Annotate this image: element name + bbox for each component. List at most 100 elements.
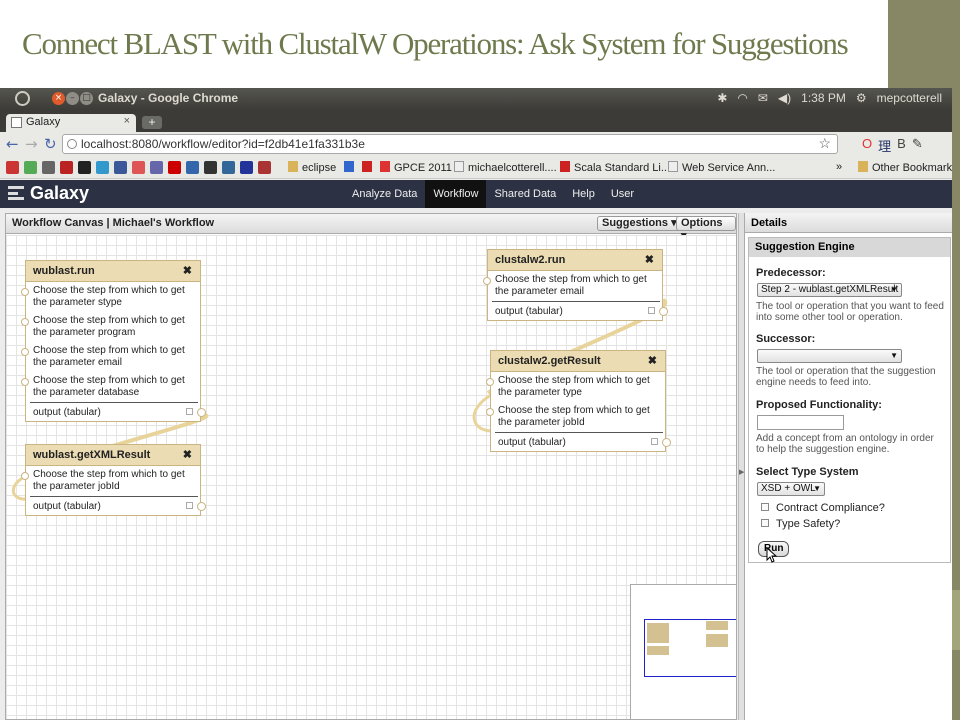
output-terminal[interactable] [662, 438, 671, 447]
bookmark-red-icon[interactable] [132, 161, 145, 174]
extension-opera-icon[interactable]: O [862, 136, 872, 155]
node-clustalw2-getresult[interactable]: clustalw2.getResult ✖ Choose the step fro… [486, 350, 671, 452]
clock[interactable]: 1:38 PM [801, 91, 846, 105]
bookmark-scala[interactable]: Scala Standard Li... [560, 161, 670, 174]
delicious-icon[interactable] [240, 161, 253, 174]
extension-b-icon[interactable]: B [897, 136, 906, 155]
twitter-icon[interactable] [96, 161, 109, 174]
bookmark-mail-icon[interactable] [168, 161, 181, 174]
bookmark-star-icon[interactable]: ☆ [818, 135, 831, 152]
input-terminal[interactable] [21, 288, 29, 296]
user-icon[interactable]: ⚙ [856, 91, 867, 105]
overview-viewport[interactable] [644, 619, 736, 677]
input-terminal[interactable] [483, 277, 491, 285]
wrench-icon[interactable]: ✎ [912, 136, 923, 155]
node-title-bar[interactable]: wublast.run ✖ [26, 261, 200, 282]
contract-compliance-option[interactable]: Contract Compliance? [761, 502, 885, 514]
options-menu-button[interactable]: Options ▾ [676, 216, 736, 242]
bookmark-purple-icon[interactable] [150, 161, 163, 174]
bookmark-stack-icon[interactable] [258, 161, 271, 174]
reddit-icon[interactable] [42, 161, 55, 174]
node-clustalw2-run[interactable]: clustalw2.run ✖ Choose the step from whic… [483, 249, 668, 321]
type-safety-option[interactable]: Type Safety? [761, 518, 840, 530]
node-input[interactable]: Choose the step from which to get the pa… [21, 312, 200, 342]
output-checkbox[interactable] [651, 438, 658, 445]
evernote-icon[interactable] [24, 161, 37, 174]
bookmark-webservice[interactable]: Web Service Ann... [668, 161, 775, 174]
other-bookmarks[interactable]: Other Bookmarks [858, 161, 952, 174]
tab-close-icon[interactable]: × [124, 115, 130, 127]
nav-help[interactable]: Help [564, 180, 603, 208]
type-system-select[interactable]: XSD + OWL ▼ [757, 482, 825, 496]
window-minimize-button[interactable]: – [66, 92, 79, 105]
node-title-bar[interactable]: wublast.getXMLResult ✖ [26, 445, 200, 466]
suggestions-menu-button[interactable]: Suggestions ▾ [597, 216, 682, 231]
input-terminal[interactable] [21, 472, 29, 480]
node-wublast-run[interactable]: wublast.run ✖ Choose the step from which … [21, 260, 206, 422]
input-terminal[interactable] [21, 348, 29, 356]
window-close-button[interactable]: × [52, 92, 65, 105]
node-input[interactable]: Choose the step from which to get the pa… [21, 282, 200, 312]
resize-handle-icon[interactable]: ◢ [736, 711, 737, 720]
nav-workflow[interactable]: Workflow [425, 180, 487, 208]
page-info-icon[interactable] [67, 139, 77, 149]
node-input[interactable]: Choose the step from which to get the pa… [21, 342, 200, 372]
successor-select[interactable]: ▼ [757, 349, 902, 363]
predecessor-select[interactable]: Step 2 - wublast.getXMLResult ▼ [757, 283, 902, 297]
bookmark-eclipse[interactable]: eclipse [288, 161, 336, 174]
tab-galaxy[interactable]: Galaxy × [6, 114, 136, 132]
bookmark-michaelcotterell[interactable]: michaelcotterell.... [454, 161, 557, 174]
wifi-icon[interactable]: ◠ [737, 91, 747, 105]
input-terminal[interactable] [21, 378, 29, 386]
url-text[interactable]: localhost:8080/workflow/editor?id=f2db41… [81, 137, 365, 151]
input-terminal[interactable] [486, 408, 494, 416]
bookmark-blue-icon[interactable] [222, 161, 235, 174]
node-input[interactable]: Choose the step from which to get the pa… [486, 372, 665, 402]
node-input[interactable]: Choose the step from which to get the pa… [21, 466, 200, 496]
user-name[interactable]: mepcotterell [877, 91, 942, 105]
node-input[interactable]: Choose the step from which to get the pa… [21, 372, 200, 402]
contract-compliance-checkbox[interactable] [761, 503, 769, 511]
node-wublast-getxmlresult[interactable]: wublast.getXMLResult ✖ Choose the step fr… [21, 444, 206, 516]
input-terminal[interactable] [486, 378, 494, 386]
galaxy-brand[interactable]: Galaxy [8, 183, 89, 204]
output-terminal[interactable] [197, 408, 206, 417]
forward-icon[interactable]: → [25, 135, 38, 153]
bookmark-gpce[interactable]: GPCE 2011 [380, 161, 452, 174]
output-terminal[interactable] [659, 307, 668, 316]
input-terminal[interactable] [21, 318, 29, 326]
bluetooth-icon[interactable]: ✱ [717, 91, 727, 105]
github-icon[interactable] [204, 161, 217, 174]
node-close-icon[interactable]: ✖ [648, 354, 657, 367]
output-checkbox[interactable] [648, 307, 655, 314]
output-checkbox[interactable] [186, 408, 193, 415]
node-close-icon[interactable]: ✖ [183, 448, 192, 461]
nav-analyze-data[interactable]: Analyze Data [344, 180, 425, 208]
mail-icon[interactable]: ✉ [758, 91, 768, 105]
bookmark-blank-1[interactable] [344, 161, 358, 174]
reload-icon[interactable]: ↻ [44, 135, 57, 153]
bookmarks-overflow[interactable]: » [836, 161, 842, 173]
new-tab-button[interactable]: + [142, 116, 162, 129]
node-output[interactable]: output (tabular) [26, 497, 206, 515]
node-output[interactable]: output (tabular) [491, 433, 671, 451]
window-maximize-button[interactable]: □ [80, 92, 93, 105]
volume-icon[interactable]: ◀) [778, 91, 791, 105]
ubuntu-logo-icon[interactable] [15, 91, 30, 106]
type-safety-checkbox[interactable] [761, 519, 769, 527]
back-icon[interactable]: ← [6, 135, 19, 153]
workflow-canvas-grid[interactable]: wublast.run ✖ Choose the step from which … [6, 235, 736, 719]
bookmark-doc-icon[interactable] [186, 161, 199, 174]
nav-shared-data[interactable]: Shared Data [486, 180, 564, 208]
output-terminal[interactable] [197, 502, 206, 511]
output-checkbox[interactable] [186, 502, 193, 509]
node-close-icon[interactable]: ✖ [183, 264, 192, 277]
youtube-icon[interactable] [60, 161, 73, 174]
functionality-input[interactable] [757, 415, 844, 430]
gmail-icon[interactable] [6, 161, 19, 174]
nytimes-icon[interactable] [78, 161, 91, 174]
node-output[interactable]: output (tabular) [488, 302, 668, 320]
nav-user[interactable]: User [603, 180, 642, 208]
facebook-icon[interactable] [114, 161, 127, 174]
address-bar[interactable]: localhost:8080/workflow/editor?id=f2db41… [62, 134, 838, 154]
